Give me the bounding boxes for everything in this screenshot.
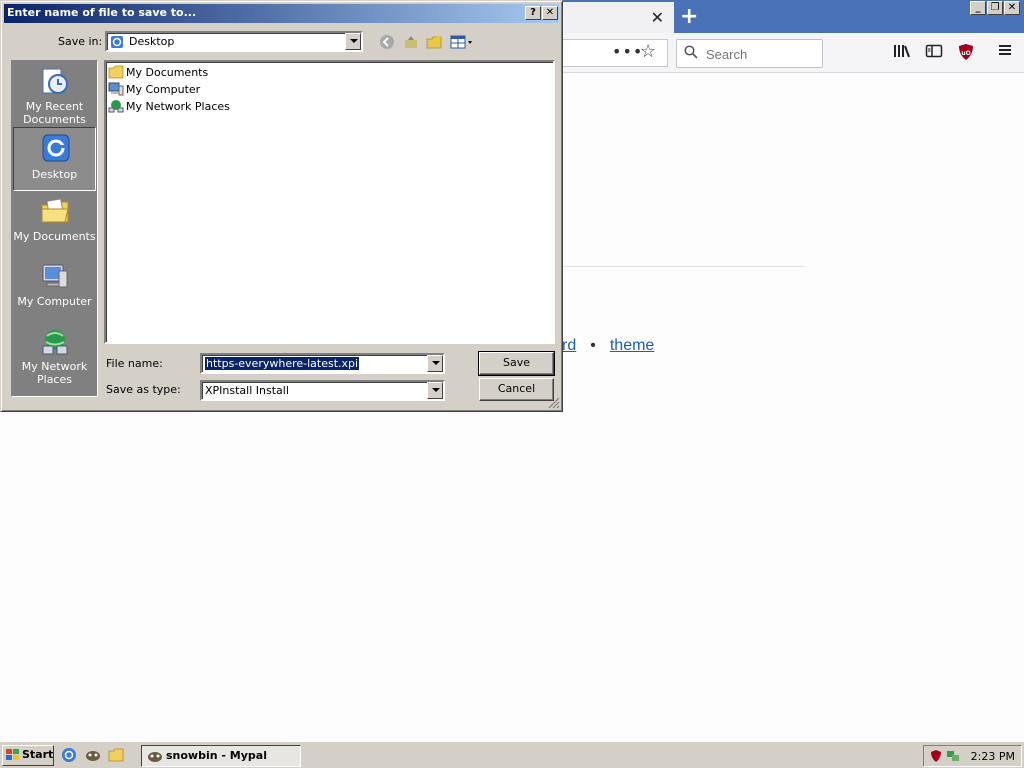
search-icon	[684, 45, 698, 59]
view-menu-icon[interactable]	[449, 34, 475, 50]
svg-text:uO: uO	[961, 50, 970, 57]
browser-window-controls: _ ❐ ✕	[970, 1, 1020, 15]
save-in-label: Save in:	[58, 35, 103, 48]
task-button-label: snowbin - Mypal	[166, 749, 267, 762]
file-name-field[interactable]: https-everywhere-latest.xpi	[200, 353, 445, 374]
file-list[interactable]: My Documents My Computer My Network Plac…	[104, 60, 555, 344]
file-name: My Documents	[126, 65, 209, 79]
desktop-icon	[42, 134, 70, 162]
save-as-type-value: XPInstall Install	[205, 384, 289, 397]
search-input[interactable]: Search	[676, 39, 823, 68]
save-in-dropdown[interactable]: Desktop	[105, 31, 363, 52]
taskbar: Start snowbin - Mypal 2:23 PM	[0, 741, 1024, 768]
link-separator: •	[590, 337, 596, 354]
hamburger-menu-icon[interactable]	[995, 43, 1015, 63]
chevron-down-icon[interactable]	[427, 382, 443, 399]
resize-grip-icon[interactable]	[548, 397, 560, 409]
new-folder-icon[interactable]	[425, 34, 443, 50]
file-name: My Network Places	[126, 99, 230, 113]
list-item[interactable]: My Network Places	[108, 98, 230, 114]
place-label: My Recent Documents	[23, 100, 86, 126]
mypal-quicklaunch-icon[interactable]	[85, 747, 101, 763]
save-as-type-label: Save as type:	[106, 383, 181, 396]
help-button[interactable]: ?	[525, 6, 541, 20]
tab-close-icon[interactable]: ✕	[651, 8, 664, 27]
file-name: My Computer	[126, 82, 201, 96]
network-places-icon	[42, 330, 68, 355]
chevron-down-icon[interactable]	[345, 33, 361, 50]
save-file-dialog: Enter name of file to save to... ? ✕ Sav…	[0, 0, 563, 412]
sidebar-icon[interactable]	[924, 43, 944, 63]
bookmark-star-icon[interactable]: ☆	[640, 41, 656, 62]
place-label: My Network Places	[21, 360, 88, 386]
dialog-titlebar[interactable]: Enter name of file to save to... ? ✕	[4, 4, 559, 23]
start-button[interactable]: Start	[2, 745, 54, 766]
task-button-mypal[interactable]: snowbin - Mypal	[141, 745, 301, 767]
place-label: My Documents	[13, 230, 96, 243]
place-network-places[interactable]: My Network Places	[13, 322, 96, 386]
browser-quicklaunch-icon[interactable]	[61, 747, 77, 763]
page-divider	[562, 266, 805, 267]
places-bar: My Recent Documents Desktop My Documents…	[11, 60, 98, 397]
recent-documents-icon	[42, 68, 68, 94]
ublock-icon[interactable]: uO	[956, 43, 976, 63]
save-in-value: Desktop	[129, 35, 175, 48]
cancel-button[interactable]: Cancel	[479, 378, 554, 401]
desktop-small-icon	[111, 36, 123, 48]
place-recent-documents[interactable]: My Recent Documents	[13, 62, 96, 126]
search-placeholder: Search	[706, 47, 748, 62]
up-folder-icon[interactable]	[402, 34, 420, 50]
network-icon	[108, 100, 124, 113]
my-documents-icon	[41, 198, 69, 223]
file-name-label: File name:	[106, 357, 163, 370]
theme-link[interactable]: theme	[610, 337, 654, 354]
place-label: My Computer	[17, 295, 92, 308]
restore-button[interactable]: ❐	[987, 1, 1003, 15]
page-footer-links: rd • theme	[562, 337, 654, 355]
windows-logo-icon	[6, 749, 19, 760]
page-actions-menu-icon[interactable]: •••	[612, 42, 643, 61]
file-name-value: https-everywhere-latest.xpi	[205, 357, 360, 370]
new-tab-button[interactable]: +	[680, 4, 698, 29]
dialog-close-button[interactable]: ✕	[542, 6, 558, 20]
clock: 2:23 PM	[970, 750, 1015, 763]
back-icon[interactable]	[378, 34, 396, 50]
place-desktop[interactable]: Desktop	[13, 127, 96, 191]
list-item[interactable]: My Computer	[108, 81, 200, 97]
folder-quicklaunch-icon[interactable]	[108, 747, 124, 763]
save-as-type-dropdown[interactable]: XPInstall Install	[200, 380, 445, 401]
library-icon[interactable]	[892, 43, 912, 63]
minimize-button[interactable]: _	[970, 1, 986, 15]
start-label: Start	[22, 748, 54, 761]
place-label: Desktop	[31, 168, 78, 181]
chevron-down-icon[interactable]	[427, 355, 443, 372]
list-item[interactable]: My Documents	[108, 64, 208, 80]
close-window-button[interactable]: ✕	[1004, 1, 1020, 15]
folder-icon	[108, 65, 124, 79]
partial-link[interactable]: rd	[562, 337, 576, 354]
mypal-app-icon	[148, 752, 162, 762]
place-my-computer[interactable]: My Computer	[13, 257, 96, 321]
network-tray-icon[interactable]	[946, 749, 960, 763]
shield-tray-icon[interactable]	[929, 749, 943, 763]
place-my-documents[interactable]: My Documents	[13, 192, 96, 256]
save-button[interactable]: Save	[478, 351, 555, 376]
dialog-title: Enter name of file to save to...	[7, 6, 197, 19]
my-computer-icon	[42, 264, 68, 288]
computer-icon	[108, 82, 124, 96]
system-tray: 2:23 PM	[923, 745, 1022, 767]
